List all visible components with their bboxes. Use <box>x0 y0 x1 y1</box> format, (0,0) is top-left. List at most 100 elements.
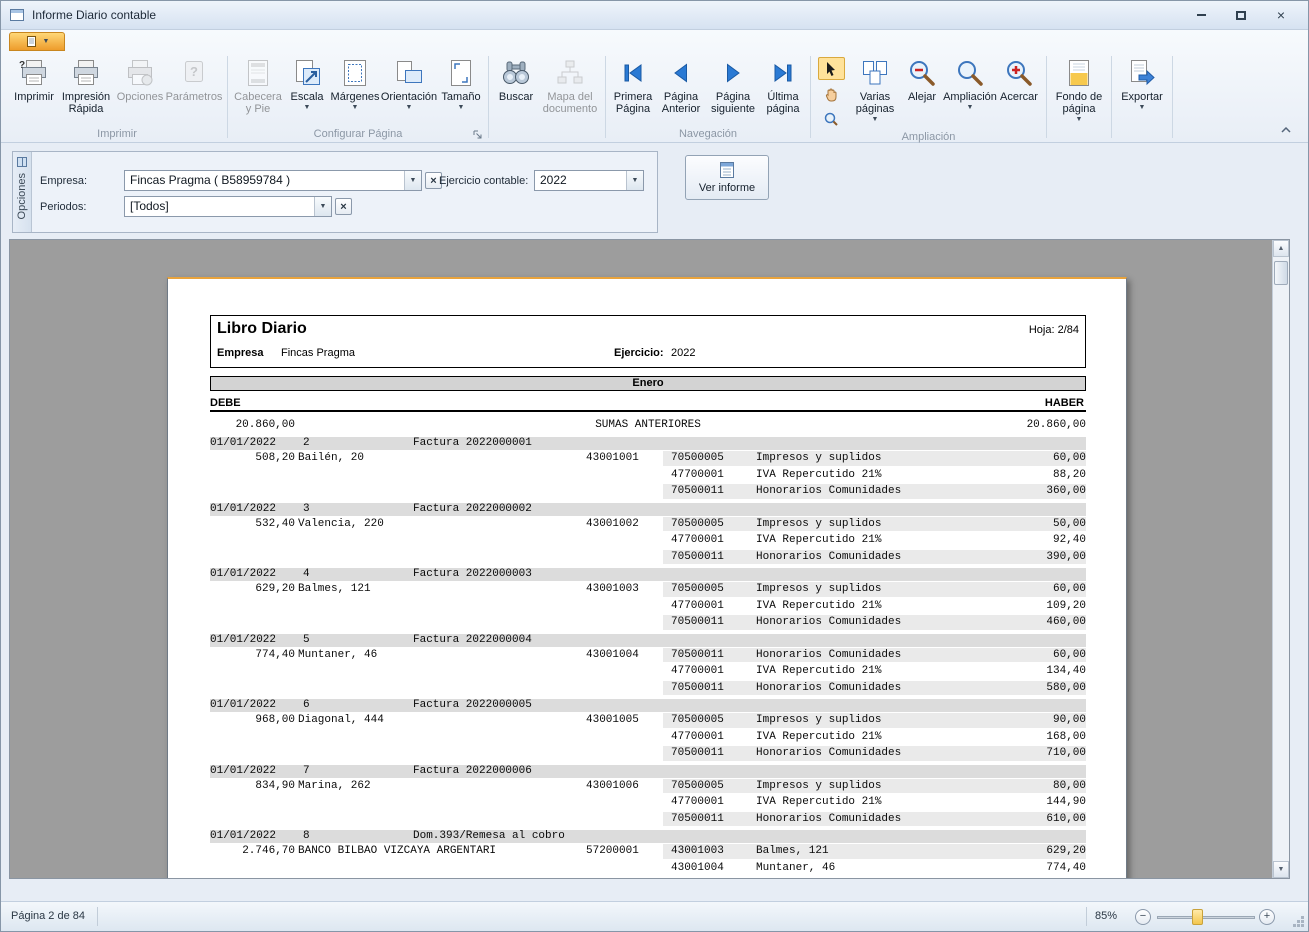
orientation-icon <box>394 57 424 89</box>
buscar-label: Buscar <box>499 91 533 103</box>
journal-detail-row: 532,40Valencia, 2204300100270500005Impre… <box>210 516 1086 533</box>
parametros-label: Parámetros <box>166 91 223 103</box>
orientacion-button[interactable]: Orientación ▼ <box>380 53 438 127</box>
debe-column-header: DEBE <box>210 397 241 409</box>
group-label-busqueda <box>493 127 601 142</box>
journal-rows: 01/01/20222Factura 2022000001508,20Bailé… <box>210 437 1086 876</box>
options-strip: Opciones Empresa: Fincas Pragma ( B58959… <box>1 143 1308 239</box>
scroll-up-icon[interactable]: ▲ <box>1273 240 1289 257</box>
options-panel: Opciones Empresa: Fincas Pragma ( B58959… <box>12 151 658 233</box>
ultima-pagina-label: Última página <box>761 91 805 115</box>
journal-entry-header-row: 01/01/20228Dom.393/Remesa al cobro <box>210 830 1086 843</box>
credit-amount: 710,00 <box>956 745 1086 762</box>
options-tab[interactable]: Opciones <box>13 152 32 232</box>
chevron-down-icon: ▼ <box>1076 116 1083 124</box>
pagina-siguiente-button[interactable]: Página siguiente <box>706 53 760 127</box>
resize-grip-icon[interactable] <box>1292 915 1305 928</box>
zoom-out-button[interactable]: − <box>1135 909 1151 925</box>
pagina-anterior-label: Página Anterior <box>657 91 705 115</box>
zoom-slider-track[interactable] <box>1157 916 1255 919</box>
acercar-button[interactable]: Acercar <box>996 53 1042 130</box>
empresa-dropdown-arrow-icon[interactable]: ▼ <box>404 171 421 190</box>
fondo-de-pagina-button[interactable]: Fondo de página ▼ <box>1051 53 1107 127</box>
credit-description: IVA Repercutido 21% <box>756 532 881 549</box>
print-preview-area[interactable]: Libro Diario Hoja: 2/84 Empresa Fincas P… <box>9 239 1290 879</box>
scroll-down-icon[interactable]: ▼ <box>1273 861 1289 878</box>
journal-detail-row: 629,20Balmes, 1214300100370500005Impreso… <box>210 581 1086 598</box>
collapse-ribbon-button[interactable] <box>1274 121 1298 137</box>
escala-button[interactable]: Escala ▼ <box>284 53 330 127</box>
journal-detail-row: 70500011Honorarios Comunidades360,00 <box>210 483 1086 500</box>
close-button[interactable]: × <box>1268 6 1294 24</box>
periodos-clear-button[interactable]: × <box>335 198 352 215</box>
buscar-button[interactable]: Buscar <box>493 53 539 127</box>
ultima-pagina-button[interactable]: Última página <box>760 53 806 127</box>
credit-account: 70500011 <box>671 614 724 631</box>
ejercicio-combobox[interactable]: 2022 ▼ <box>534 170 644 191</box>
maximize-button[interactable] <box>1228 6 1254 24</box>
credit-amount: 629,20 <box>956 843 1086 860</box>
vertical-scrollbar[interactable]: ▲ ▼ <box>1272 240 1289 878</box>
journal-table: 20.860,00 SUMAS ANTERIORES 20.860,00 01/… <box>210 416 1086 876</box>
pagina-siguiente-label: Página siguiente <box>707 91 759 115</box>
journal-detail-row: 70500011Honorarios Comunidades390,00 <box>210 549 1086 566</box>
chevron-down-icon: ▼ <box>1139 104 1146 112</box>
chevron-up-icon <box>1280 125 1292 134</box>
credit-amount: 80,00 <box>956 778 1086 795</box>
primera-pagina-button[interactable]: Primera Página <box>610 53 656 127</box>
journal-detail-row: 47700001IVA Repercutido 21%88,20 <box>210 467 1086 484</box>
empresa-combobox[interactable]: Fincas Pragma ( B58959784 ) ▼ <box>124 170 422 191</box>
credit-description: IVA Repercutido 21% <box>756 467 881 484</box>
zoom-slider-thumb[interactable] <box>1192 909 1203 925</box>
entry-description: Dom.393/Remesa al cobro <box>413 830 565 843</box>
report-ejercicio-label: Ejercicio: <box>614 347 664 359</box>
credit-amount: 92,40 <box>956 532 1086 549</box>
report-empresa-value: Fincas Pragma <box>281 347 355 359</box>
ver-informe-button[interactable]: Ver informe <box>685 155 769 200</box>
ampliacion-button[interactable]: Ampliación ▼ <box>944 53 996 130</box>
entry-number: 3 <box>303 503 310 516</box>
group-label-ampliacion: Ampliación <box>815 130 1042 144</box>
tamano-button[interactable]: Tamaño ▼ <box>438 53 484 127</box>
credit-description: Honorarios Comunidades <box>756 483 901 500</box>
credit-description: Muntaner, 46 <box>756 860 835 877</box>
credit-account: 43001003 <box>671 843 724 860</box>
debit-description: Muntaner, 46 <box>298 647 377 664</box>
journal-detail-row: 2.746,70BANCO BILBAO VIZCAYA ARGENTARI57… <box>210 843 1086 860</box>
credit-description: IVA Repercutido 21% <box>756 729 881 746</box>
credit-amount: 60,00 <box>956 450 1086 467</box>
credit-account: 70500005 <box>671 581 724 598</box>
previous-page-icon <box>668 57 694 89</box>
zoom-in-button[interactable]: + <box>1259 909 1275 925</box>
margenes-button[interactable]: Márgenes ▼ <box>330 53 380 127</box>
minimize-button[interactable] <box>1188 6 1214 24</box>
credit-account: 70500011 <box>671 811 724 828</box>
ribbon-separator <box>488 56 489 138</box>
periodos-dropdown-arrow-icon[interactable]: ▼ <box>314 197 331 216</box>
exportar-button[interactable]: Exportar ▼ <box>1116 53 1168 127</box>
varias-paginas-button[interactable]: Varias páginas ▼ <box>850 53 900 130</box>
entry-description: Factura 2022000006 <box>413 765 532 778</box>
impresion-rapida-button[interactable]: Impresión Rápida <box>57 53 115 127</box>
ribbon-separator <box>810 56 811 138</box>
pagina-anterior-button[interactable]: Página Anterior <box>656 53 706 127</box>
dialog-launcher-icon[interactable] <box>470 127 484 141</box>
entry-date: 01/01/2022 <box>210 634 276 647</box>
sums-label: SUMAS ANTERIORES <box>210 416 1086 434</box>
imprimir-button[interactable]: ? Imprimir <box>11 53 57 127</box>
ejercicio-value: 2022 <box>535 171 626 190</box>
debit-description: Diagonal, 444 <box>298 712 384 729</box>
hand-tool-button[interactable] <box>818 82 845 105</box>
application-menu-button[interactable]: ▼ <box>9 32 65 51</box>
ejercicio-dropdown-arrow-icon[interactable]: ▼ <box>626 171 643 190</box>
scrollbar-thumb[interactable] <box>1274 261 1288 285</box>
window-controls: × <box>1188 6 1300 24</box>
ampliacion-label: Ampliación <box>943 91 997 103</box>
periodos-value: [Todos] <box>125 197 314 216</box>
periodos-combobox[interactable]: [Todos] ▼ <box>124 196 332 217</box>
journal-entry-header-row: 01/01/20225Factura 2022000004 <box>210 634 1086 647</box>
journal-entry-header-row: 01/01/20222Factura 2022000001 <box>210 437 1086 450</box>
pointer-tool-button[interactable] <box>818 57 845 80</box>
alejar-button[interactable]: Alejar <box>900 53 944 130</box>
zoom-tool-button[interactable] <box>818 107 845 130</box>
